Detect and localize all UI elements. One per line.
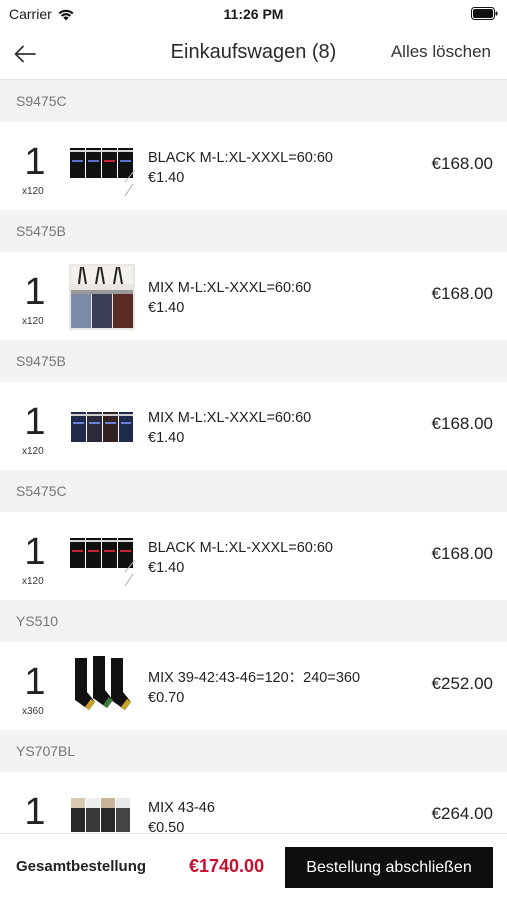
quantity-multiplier: x360	[22, 706, 44, 717]
group-header: YS510	[0, 600, 507, 642]
item-description: MIX 43-46	[148, 800, 215, 816]
quantity-value: 1	[24, 531, 46, 573]
black-socks-pack-thumbnail	[69, 524, 136, 590]
group-header: YS707BL	[0, 730, 507, 772]
unit-price: €0.70	[148, 690, 185, 706]
line-total: €252.00	[431, 674, 493, 693]
cart-item[interactable]: 1 x360 MIX 39-42:43-46=120：240=360 €0.70…	[0, 642, 507, 730]
product-code: YS707BL	[16, 743, 76, 759]
unit-price: €1.40	[148, 560, 185, 576]
quantity-value: 1	[24, 661, 46, 703]
item-description: MIX M-L:XL-XXXL=60:60	[148, 280, 312, 296]
checkout-footer: Gesamtbestellung €1740.00 Bestellung abs…	[0, 833, 507, 900]
mixed-socks-pack-thumbnail	[69, 394, 135, 460]
line-total: €168.00	[431, 544, 493, 563]
line-total: €168.00	[431, 414, 493, 433]
line-total: €264.00	[431, 804, 493, 823]
item-details: BLACK M-L:XL-XXXL=60:60 €1.40	[148, 538, 333, 578]
product-code: YS510	[16, 613, 59, 629]
item-description: MIX M-L:XL-XXXL=60:60	[148, 410, 312, 426]
quantity[interactable]: 1 x120	[14, 142, 56, 197]
item-description: BLACK M-L:XL-XXXL=60:60	[148, 540, 333, 556]
quantity[interactable]: 1 x120	[14, 402, 56, 457]
product-code: S5475B	[16, 223, 66, 239]
quantity-value: 1	[24, 791, 46, 833]
item-details: MIX 39-42:43-46=120：240=360 €0.70	[148, 668, 360, 708]
cart-item[interactable]: 1 x120 BLACK M-L:XL-XXXL=60:60 €1.40 €16…	[0, 122, 507, 210]
item-details: BLACK M-L:XL-XXXL=60:60 €1.40	[148, 148, 333, 188]
quantity-value: 1	[24, 401, 46, 443]
quantity[interactable]: 1 x120	[14, 532, 56, 587]
back-arrow-icon	[14, 45, 36, 63]
black-socks-pack-thumbnail	[69, 134, 136, 200]
black-socks-thumbnail	[69, 654, 135, 720]
cart-item[interactable]: 1 x120 MIX M-L:XL-XXXL=60:60 €1.40 €168.…	[0, 252, 507, 340]
clock: 11:26 PM	[223, 6, 284, 22]
checkout-button[interactable]: Bestellung abschließen	[285, 847, 493, 888]
total-value: €1740.00	[189, 856, 265, 876]
group-header: S9475B	[0, 340, 507, 382]
line-total: €168.00	[431, 284, 493, 303]
cart-item[interactable]: 1 x120 MIX M-L:XL-XXXL=60:60 €1.40 €168.…	[0, 382, 507, 470]
quantity-multiplier: x120	[22, 186, 44, 197]
group-header: S9475C	[0, 80, 507, 122]
status-bar: Carrier 11:26 PM	[0, 0, 507, 28]
item-description: BLACK M-L:XL-XXXL=60:60	[148, 150, 333, 166]
unit-price: €1.40	[148, 300, 185, 316]
total-label: Gesamtbestellung	[16, 858, 147, 875]
mixed-tights-pack-thumbnail	[69, 264, 135, 330]
cart-item[interactable]: 1 x120 BLACK M-L:XL-XXXL=60:60 €1.40 €16	[0, 512, 507, 600]
navigation-bar: Einkaufswagen (8) Alles löschen	[0, 28, 507, 80]
cart-list: S9475C 1 x120 BLACK M-L:XL-XXXL=60:60 €1…	[0, 80, 507, 860]
item-details: MIX M-L:XL-XXXL=60:60 €1.40	[148, 408, 311, 448]
product-code: S9475B	[16, 353, 66, 369]
back-button[interactable]	[14, 40, 46, 68]
quantity-value: 1	[24, 141, 46, 183]
quantity[interactable]: 1 x360	[14, 662, 56, 717]
unit-price: €1.40	[148, 430, 185, 446]
product-code: S5475C	[16, 483, 67, 499]
quantity-multiplier: x120	[22, 316, 44, 327]
quantity-multiplier: x120	[22, 576, 44, 587]
group-header: S5475B	[0, 210, 507, 252]
clear-all-button[interactable]: Alles löschen	[391, 42, 491, 62]
quantity-value: 1	[24, 271, 46, 313]
quantity-multiplier: x120	[22, 446, 44, 457]
line-total: €168.00	[431, 154, 493, 173]
product-code: S9475C	[16, 93, 67, 109]
item-description: MIX 39-42:43-46=120：240=360	[148, 670, 361, 686]
item-details: MIX 43-46 €0.50	[148, 798, 215, 838]
battery-icon	[471, 7, 498, 25]
unit-price: €1.40	[148, 170, 185, 186]
group-header: S5475C	[0, 470, 507, 512]
quantity[interactable]: 1 x120	[14, 272, 56, 327]
item-details: MIX M-L:XL-XXXL=60:60 €1.40	[148, 278, 311, 318]
